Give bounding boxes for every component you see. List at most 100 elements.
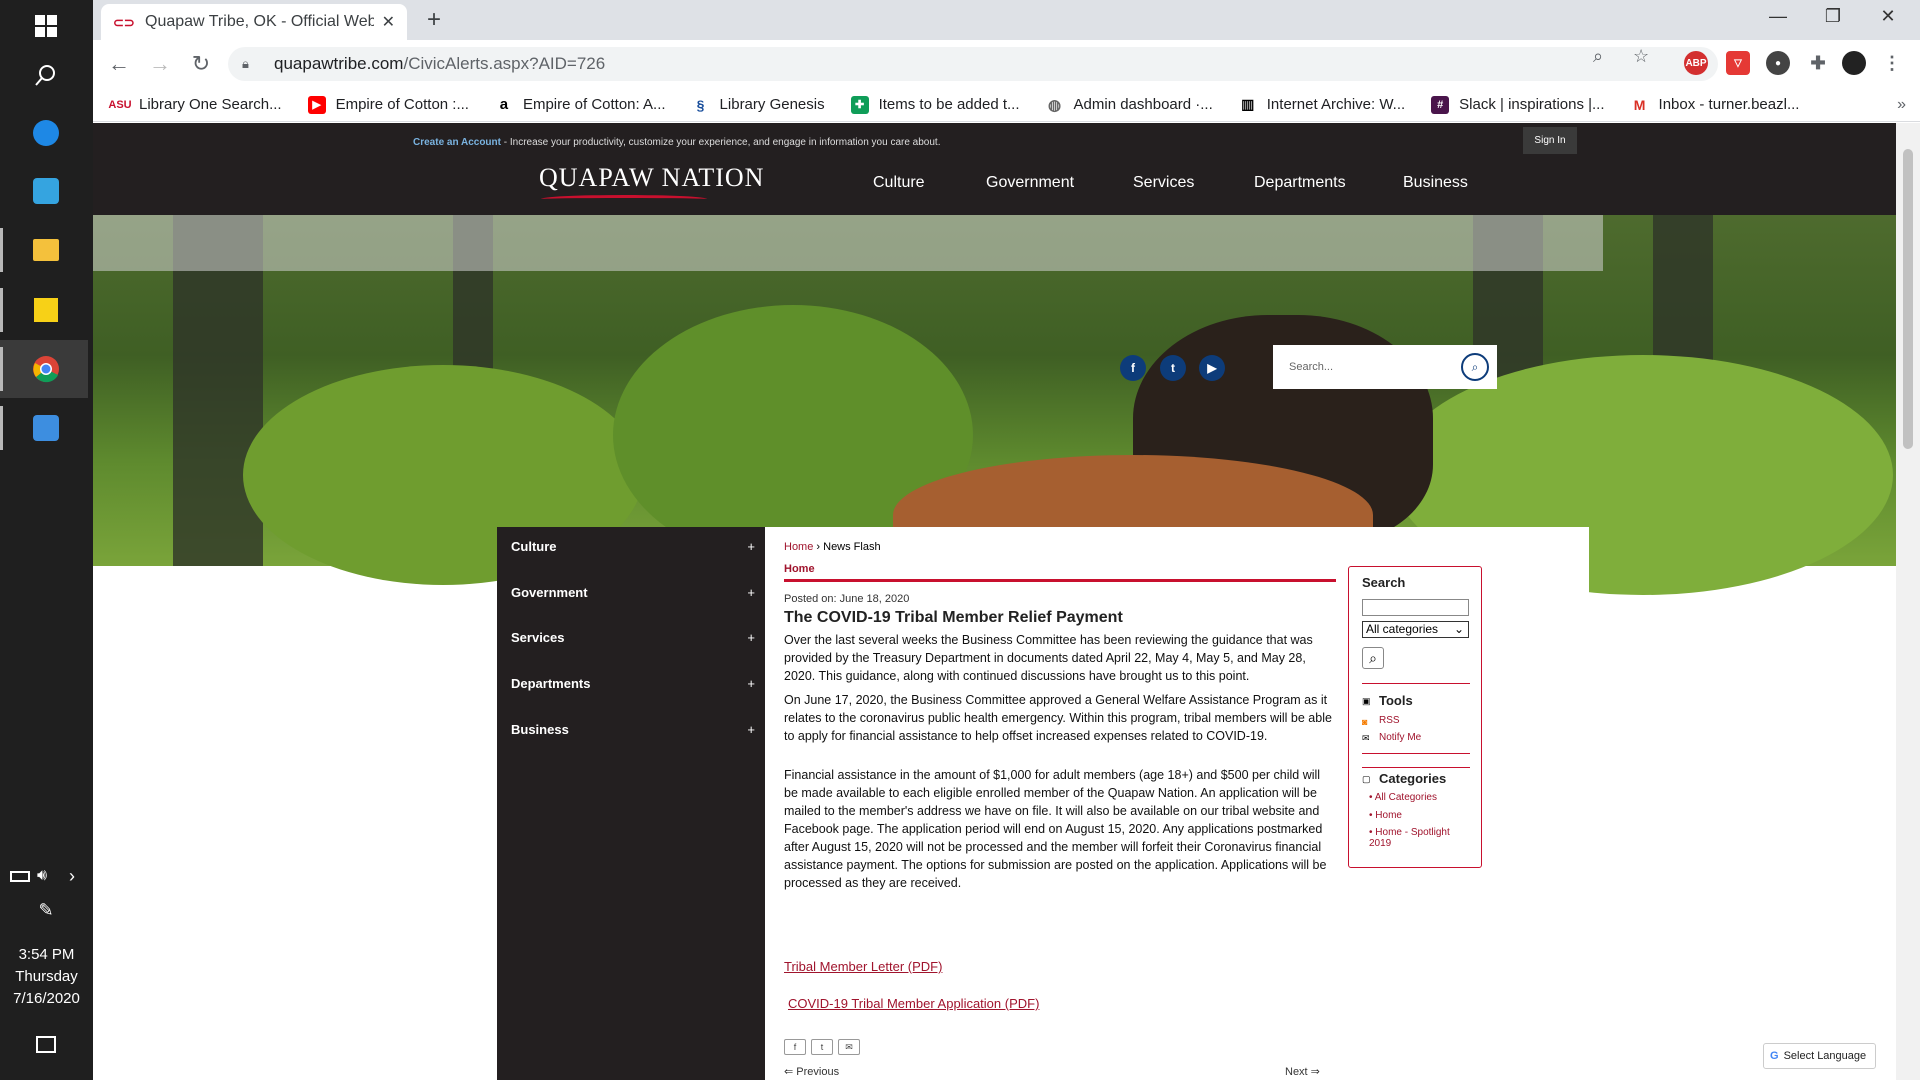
notification-icon[interactable] xyxy=(26,1024,66,1064)
minimize-icon[interactable]: — xyxy=(1758,6,1798,32)
expand-plus-icon[interactable]: + xyxy=(747,676,755,691)
site-search-input[interactable]: Search... ⌕ xyxy=(1273,345,1497,389)
bookmark-label: Empire of Cotton :... xyxy=(335,96,469,113)
rss-link[interactable]: RSS xyxy=(1379,715,1400,726)
main-nav-culture[interactable]: Culture xyxy=(873,174,925,192)
clock-day: Thursday xyxy=(15,968,78,985)
app-icon-tool[interactable] xyxy=(26,171,66,211)
left-nav-government[interactable]: Government + xyxy=(511,585,755,600)
main-nav-business[interactable]: Business xyxy=(1403,174,1468,192)
category-select[interactable]: All categories ⌄ xyxy=(1362,621,1469,638)
address-bar[interactable]: 🔒︎ quapawtribe.com/CivicAlerts.aspx?AID=… xyxy=(228,47,1718,81)
expand-plus-icon[interactable]: + xyxy=(747,539,755,554)
facebook-icon[interactable]: f xyxy=(1120,355,1146,381)
sign-in-button[interactable]: Sign In xyxy=(1523,127,1577,154)
gmail-icon: M xyxy=(1633,96,1646,113)
breadcrumb-home-link[interactable]: Home xyxy=(784,541,813,553)
restore-icon[interactable]: ❐ xyxy=(1813,6,1853,32)
category-link[interactable]: • All Categories xyxy=(1369,792,1437,803)
tools-icon: ▣ xyxy=(1362,696,1371,706)
main-nav-government[interactable]: Government xyxy=(986,174,1074,192)
email-share-icon[interactable]: ✉ xyxy=(838,1039,860,1055)
main-nav-departments[interactable]: Departments xyxy=(1254,174,1346,192)
close-window-icon[interactable]: ✕ xyxy=(1868,6,1908,32)
scrollbar-thumb[interactable] xyxy=(1903,149,1913,449)
reload-icon[interactable]: ↻ xyxy=(187,50,215,78)
left-nav-services[interactable]: Services + xyxy=(511,630,755,645)
bookmark-star-icon[interactable]: ☆ xyxy=(1633,46,1649,67)
create-account-link[interactable]: Create an Account xyxy=(413,137,501,148)
bookmark-label: Library One Search... xyxy=(139,96,282,113)
extension-icon[interactable]: ● xyxy=(1766,51,1790,75)
youtube-icon: ▶ xyxy=(307,95,326,114)
arrow-right-icon: ⇒ xyxy=(1307,1066,1320,1078)
youtube-icon[interactable]: ▶ xyxy=(1199,355,1225,381)
bookmark-item[interactable]: ▶ Empire of Cotton :... xyxy=(307,95,469,114)
left-nav-label: Business xyxy=(511,722,569,737)
category-link[interactable]: • Home xyxy=(1369,810,1402,821)
system-clock[interactable]: 3:54 PM Thursday 7/16/2020 xyxy=(0,944,93,1010)
left-nav-culture[interactable]: Culture + xyxy=(511,539,755,554)
site-logo[interactable]: QUAPAW NATION xyxy=(539,163,764,198)
bookmark-item[interactable]: ◍ Admin dashboard ·... xyxy=(1046,96,1213,114)
sticky-notes-icon[interactable] xyxy=(26,290,66,330)
windows-start-icon[interactable] xyxy=(26,6,66,46)
new-tab-button[interactable]: + xyxy=(418,4,450,36)
category-link[interactable]: • Home - Spotlight 2019 xyxy=(1369,827,1469,849)
bookmark-item[interactable]: ASU Library One Search... xyxy=(108,96,282,114)
expand-plus-icon[interactable]: + xyxy=(747,722,755,737)
zoom-icon[interactable]: ⌕ xyxy=(1593,46,1603,67)
forward-icon[interactable]: → xyxy=(146,50,174,78)
next-link[interactable]: Next ⇒ xyxy=(1285,1065,1320,1078)
sidebar-search-button[interactable]: ⌕ xyxy=(1362,647,1384,669)
bookmark-item[interactable]: M Inbox - turner.beazl... xyxy=(1631,96,1800,114)
left-nav-business[interactable]: Business + xyxy=(511,722,755,737)
tribal-member-letter-link[interactable]: Tribal Member Letter (PDF) xyxy=(784,959,942,974)
previous-link[interactable]: ⇐ Previous xyxy=(784,1065,839,1078)
bookmark-item[interactable]: § Library Genesis xyxy=(692,96,825,114)
pocket-icon[interactable]: ▽ xyxy=(1726,51,1750,75)
section-header-link[interactable]: Home xyxy=(784,563,1336,582)
covid-application-link[interactable]: COVID-19 Tribal Member Application (PDF) xyxy=(788,996,1039,1011)
globe-icon: ◍ xyxy=(1047,96,1062,114)
close-tab-icon[interactable]: ✕ xyxy=(382,12,395,32)
page-scrollbar[interactable] xyxy=(1896,123,1920,1080)
sidebar-search-input[interactable] xyxy=(1362,599,1469,616)
profile-avatar[interactable] xyxy=(1842,51,1866,75)
bookmarks-overflow-icon[interactable]: » xyxy=(1897,96,1906,114)
amazon-icon: a xyxy=(499,96,509,113)
select-language-button[interactable]: G Select Language xyxy=(1763,1043,1876,1069)
search-placeholder: Search... xyxy=(1289,361,1334,373)
facebook-share-icon[interactable]: f xyxy=(784,1039,806,1055)
back-icon[interactable]: ← xyxy=(105,50,133,78)
active-tab[interactable]: ⊂⊃ Quapaw Tribe, OK - Official Webs ✕ xyxy=(101,4,407,40)
expand-plus-icon[interactable]: + xyxy=(747,630,755,645)
breadcrumb: Home › News Flash xyxy=(784,541,881,553)
left-nav-departments[interactable]: Departments + xyxy=(511,676,755,691)
bookmark-item[interactable]: ✚ Items to be added t... xyxy=(850,95,1020,114)
twitter-icon[interactable]: t xyxy=(1160,355,1186,381)
clock-time: 3:54 PM xyxy=(18,946,75,963)
twitter-share-icon[interactable]: t xyxy=(811,1039,833,1055)
windows-taskbar: 🔊︎ › ✎ 3:54 PM Thursday 7/16/2020 xyxy=(0,0,93,1080)
lock-icon[interactable]: 🔒︎ xyxy=(242,56,258,72)
expand-plus-icon[interactable]: + xyxy=(747,585,755,600)
file-explorer-icon[interactable] xyxy=(26,230,66,270)
chrome-icon[interactable] xyxy=(26,349,66,389)
app-icon-blue[interactable] xyxy=(26,113,66,153)
site-search-button[interactable]: ⌕ xyxy=(1461,353,1489,381)
media-player-icon[interactable] xyxy=(26,408,66,448)
bookmark-item[interactable]: a Empire of Cotton: A... xyxy=(495,96,666,114)
adblock-plus-icon[interactable]: ABP xyxy=(1684,51,1708,75)
tools-heading: Tools xyxy=(1379,693,1413,708)
notify-me-link[interactable]: Notify Me xyxy=(1379,732,1421,743)
search-icon[interactable] xyxy=(26,55,66,95)
menu-dots-icon[interactable]: ⋮ xyxy=(1880,51,1904,75)
article-title: The COVID-19 Tribal Member Relief Paymen… xyxy=(784,609,1123,626)
bookmark-item[interactable]: ▥ Internet Archive: W... xyxy=(1239,96,1405,114)
bookmark-label: Library Genesis xyxy=(719,96,825,113)
main-nav-services[interactable]: Services xyxy=(1133,174,1194,192)
pen-icon[interactable]: ✎ xyxy=(26,890,66,930)
extensions-puzzle-icon[interactable]: ✚ xyxy=(1806,51,1830,75)
bookmark-item[interactable]: # Slack | inspirations |... xyxy=(1431,95,1605,114)
